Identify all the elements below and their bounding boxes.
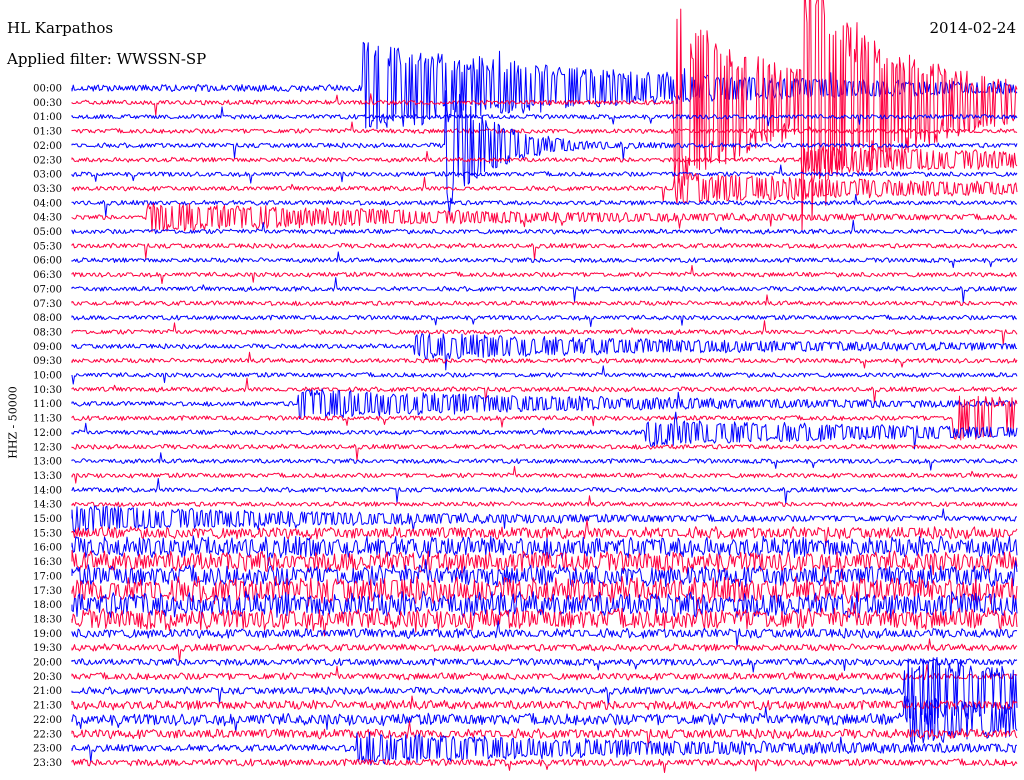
time-tick-label: 01:30 — [33, 127, 62, 138]
time-tick-label: 02:00 — [33, 141, 62, 152]
seismic-trace-0700 — [71, 277, 1018, 304]
seismic-trace-0500 — [71, 219, 1018, 235]
seismic-trace-0930 — [71, 351, 1018, 369]
time-tick-label: 07:30 — [33, 299, 62, 310]
time-tick-label: 22:30 — [33, 729, 62, 740]
time-tick-label: 00:00 — [33, 84, 62, 95]
time-tick-label: 23:30 — [33, 758, 62, 769]
seismic-trace-2000 — [71, 657, 1018, 673]
time-tick-label: 16:30 — [33, 557, 62, 568]
seismic-trace-2030 — [71, 664, 1018, 681]
seismic-trace-1500 — [71, 505, 1018, 533]
time-tick-label: 21:00 — [33, 686, 62, 697]
time-tick-label: 17:30 — [33, 586, 62, 597]
seismic-trace-2230 — [71, 720, 1018, 748]
seismic-trace-1600 — [71, 535, 1018, 566]
seismic-trace-0530 — [71, 242, 1018, 260]
time-tick-label: 08:30 — [33, 327, 62, 338]
time-tick-label: 21:30 — [33, 701, 62, 712]
time-tick-label: 13:30 — [33, 471, 62, 482]
time-tick-label: 18:30 — [33, 614, 62, 625]
time-tick-label: 08:00 — [33, 313, 62, 324]
seismic-trace-0330 — [71, 173, 1018, 205]
seismic-trace-1400 — [71, 478, 1018, 504]
time-tick-label: 01:00 — [33, 112, 62, 123]
seismic-trace-0030 — [71, 0, 1018, 231]
time-tick-label: 14:00 — [33, 485, 62, 496]
seismic-trace-1900 — [71, 620, 1018, 648]
trace-group — [71, 0, 1018, 773]
time-tick-labels: 00:00 00:30 01:00 01:30 02:00 02:30 03:00 03:30… — [33, 84, 62, 769]
time-tick-label: 18:00 — [33, 600, 62, 611]
time-tick-label: 17:00 — [33, 571, 62, 582]
seismic-trace-1030 — [71, 377, 1018, 404]
time-tick-label: 09:30 — [33, 356, 62, 367]
time-tick-label: 10:00 — [33, 371, 62, 382]
time-tick-label: 00:30 — [33, 98, 62, 109]
time-tick-label: 04:00 — [33, 198, 62, 209]
seismic-trace-1300 — [71, 452, 1018, 471]
seismic-trace-0800 — [71, 314, 1018, 328]
time-tick-label: 06:30 — [33, 270, 62, 281]
time-tick-label: 04:30 — [33, 213, 62, 224]
time-tick-label: 11:30 — [33, 414, 62, 425]
seismic-trace-0600 — [71, 251, 1018, 268]
seismic-trace-2100 — [71, 657, 1018, 725]
time-tick-label: 05:30 — [33, 241, 62, 252]
seismic-trace-0730 — [71, 294, 1018, 307]
time-tick-label: 06:00 — [33, 256, 62, 267]
seismic-trace-2330 — [71, 758, 1018, 773]
time-tick-label: 10:30 — [33, 385, 62, 396]
time-tick-label: 15:30 — [33, 528, 62, 539]
seismic-trace-0430 — [71, 203, 1018, 233]
seismic-trace-1000 — [71, 365, 1018, 385]
time-tick-label: 23:00 — [33, 744, 62, 755]
time-tick-label: 03:00 — [33, 170, 62, 181]
time-tick-label: 19:30 — [33, 643, 62, 654]
seismic-trace-0630 — [71, 265, 1018, 284]
seismic-trace-1930 — [71, 638, 1018, 663]
seismic-trace-1700 — [71, 559, 1018, 588]
time-tick-label: 03:30 — [33, 184, 62, 195]
time-tick-label: 14:30 — [33, 500, 62, 511]
time-tick-label: 12:00 — [33, 428, 62, 439]
time-tick-label: 20:00 — [33, 658, 62, 669]
seismic-trace-1330 — [71, 465, 1018, 484]
time-tick-label: 11:00 — [33, 399, 62, 410]
seismic-trace-0200 — [71, 90, 1018, 215]
seismic-trace-0100 — [71, 106, 1018, 127]
time-tick-label: 22:00 — [33, 715, 62, 726]
seismic-trace-0300 — [71, 164, 1018, 184]
time-tick-label: 12:30 — [33, 442, 62, 453]
time-tick-label: 20:30 — [33, 672, 62, 683]
seismic-trace-0900 — [71, 333, 1018, 371]
time-tick-label: 13:00 — [33, 457, 62, 468]
time-tick-label: 07:00 — [33, 284, 62, 295]
time-tick-label: 05:00 — [33, 227, 62, 238]
seismic-trace-2130 — [71, 695, 1018, 711]
seismic-trace-1430 — [71, 495, 1018, 508]
time-tick-label: 09:00 — [33, 342, 62, 353]
time-tick-label: 16:00 — [33, 543, 62, 554]
time-tick-label: 02:30 — [33, 155, 62, 166]
seismic-trace-0130 — [71, 119, 1018, 135]
time-tick-label: 19:00 — [33, 629, 62, 640]
seismic-trace-1230 — [71, 443, 1018, 461]
seismogram-plot: 00:00 00:30 01:00 01:30 02:00 02:30 03:00 03:30… — [33, 0, 1018, 773]
time-tick-label: 15:00 — [33, 514, 62, 525]
